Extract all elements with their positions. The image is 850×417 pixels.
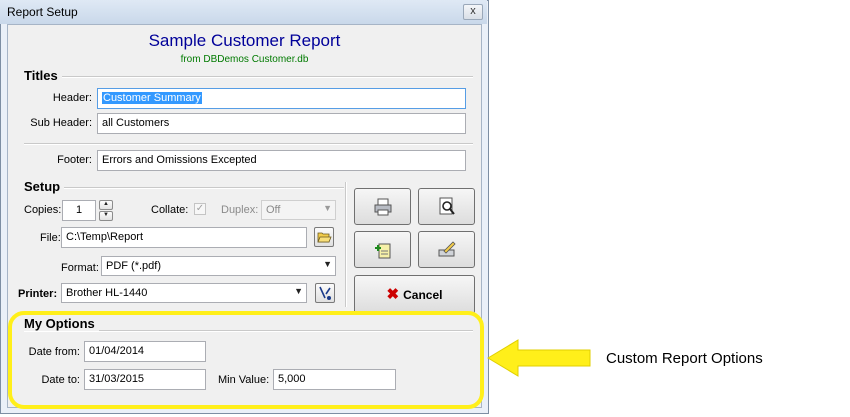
callout-text: Custom Report Options: [606, 350, 763, 367]
browse-file-button[interactable]: [314, 227, 334, 247]
cancel-button-label: Cancel: [403, 288, 443, 302]
chevron-down-icon: ▼: [323, 203, 332, 213]
print-preview-button[interactable]: [418, 188, 475, 225]
collate-label: Collate:: [151, 204, 189, 216]
spin-up-icon[interactable]: ▲: [99, 200, 113, 210]
printer-icon: [374, 198, 391, 216]
report-subtitle: from DBDemos Customer.db: [180, 54, 309, 65]
file-input[interactable]: C:\Temp\Report: [61, 227, 307, 248]
checkmark-icon: ✓: [195, 203, 205, 214]
setup-vertical-divider: [345, 182, 347, 307]
close-button[interactable]: x: [463, 4, 483, 20]
subheader-input[interactable]: all Customers: [97, 113, 466, 134]
export-button[interactable]: [354, 231, 411, 268]
spin-down-icon[interactable]: ▼: [99, 211, 113, 221]
copies-label: Copies:: [24, 204, 62, 216]
report-title: Sample Customer Report: [148, 31, 341, 50]
copies-spinner[interactable]: ▲ ▼: [99, 200, 113, 221]
printer-select-value: Brother HL-1440: [66, 287, 148, 299]
printer-label: Printer:: [18, 288, 58, 300]
cancel-x-icon: ✖: [386, 286, 400, 303]
printer-settings-icon: [319, 286, 331, 300]
edit-icon: [438, 241, 456, 257]
footer-input[interactable]: Errors and Omissions Excepted: [97, 150, 466, 171]
window-title: Report Setup: [7, 5, 78, 19]
duplex-label: Duplex:: [221, 204, 259, 216]
printer-select[interactable]: Brother HL-1440 ▼: [61, 283, 307, 303]
custom-options-highlight: [8, 311, 484, 409]
titles-section-label: Titles: [24, 68, 62, 83]
titles-group-line: [24, 76, 473, 78]
file-label: File:: [40, 232, 61, 244]
header-input[interactable]: Customer Summary: [97, 88, 466, 109]
print-preview-icon: [439, 197, 455, 215]
setup-section-label: Setup: [24, 179, 65, 194]
close-icon: x: [470, 5, 476, 17]
copies-input[interactable]: 1: [62, 200, 96, 221]
subheader-label: Sub Header:: [30, 117, 92, 129]
folder-open-icon: [317, 232, 332, 243]
edit-button[interactable]: [418, 231, 475, 268]
callout-arrow-icon: [487, 339, 591, 377]
titles-divider: [24, 143, 473, 145]
cancel-button[interactable]: ✖ Cancel: [354, 275, 475, 314]
duplex-select[interactable]: Off ▼: [261, 200, 336, 220]
format-select-value: PDF (*.pdf): [106, 260, 162, 272]
duplex-select-value: Off: [266, 204, 281, 216]
collate-checkbox[interactable]: ✓: [194, 203, 206, 215]
title-bar[interactable]: Report Setup x: [0, 0, 487, 24]
print-button[interactable]: [354, 188, 411, 225]
footer-label: Footer:: [57, 154, 92, 166]
setup-group-line: [24, 187, 344, 189]
header-label: Header:: [52, 92, 92, 104]
export-icon: [374, 243, 390, 259]
format-label: Format:: [61, 262, 99, 274]
printer-properties-button[interactable]: [315, 283, 335, 303]
chevron-down-icon: ▼: [323, 259, 332, 269]
header-input-value: Customer Summary: [102, 92, 202, 104]
chevron-down-icon: ▼: [294, 286, 303, 296]
format-select[interactable]: PDF (*.pdf) ▼: [101, 256, 336, 276]
